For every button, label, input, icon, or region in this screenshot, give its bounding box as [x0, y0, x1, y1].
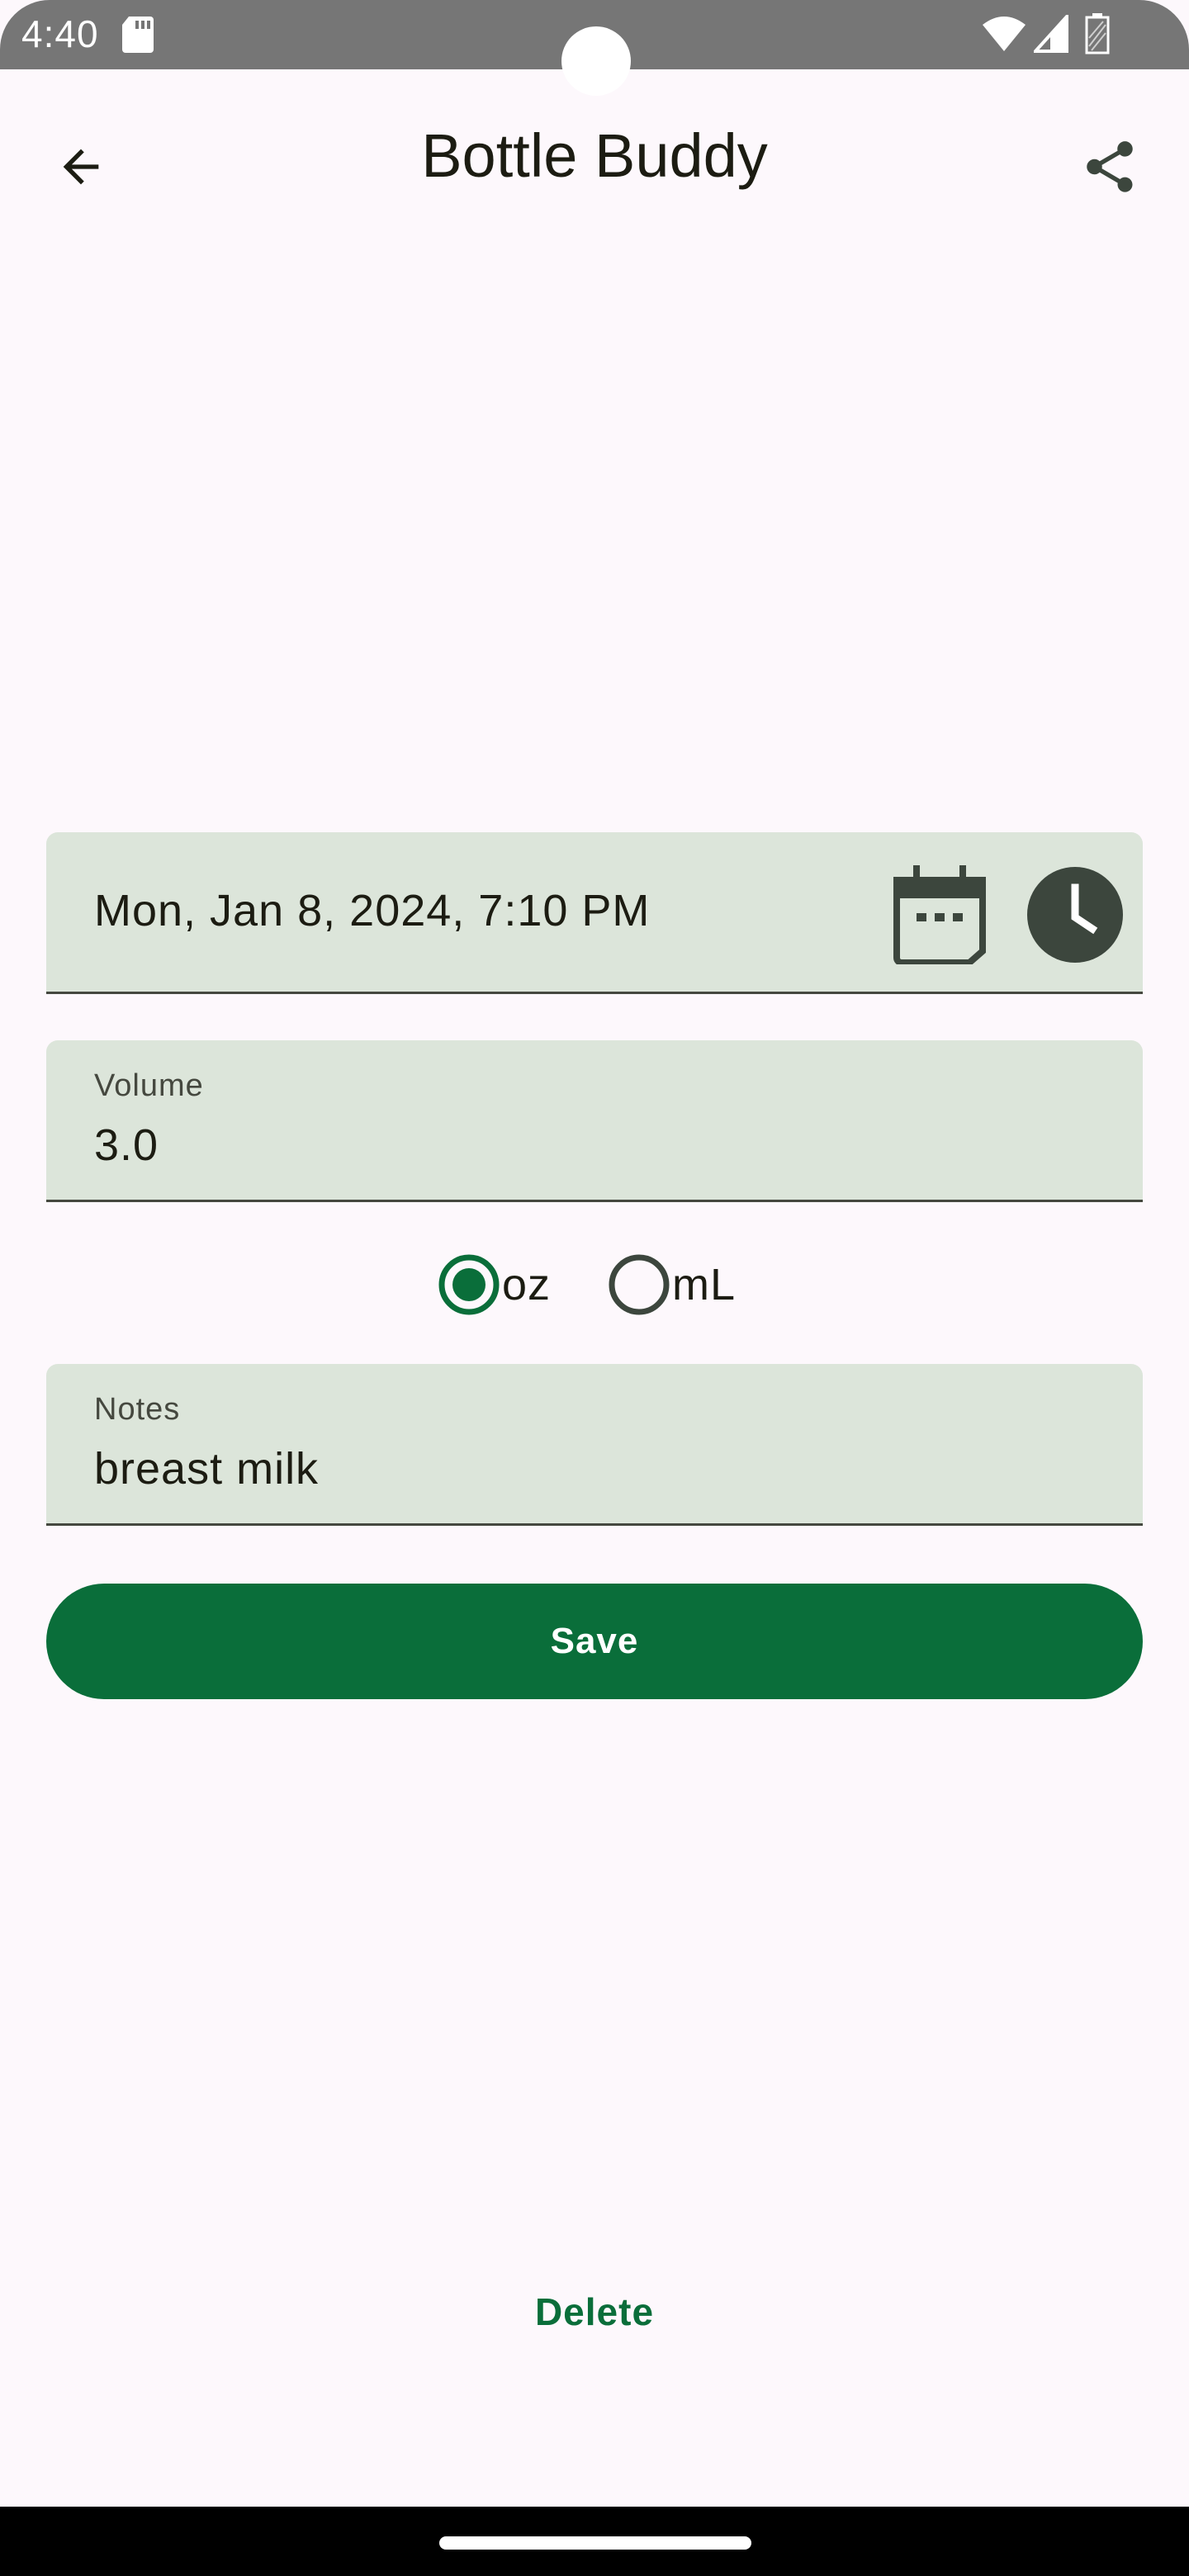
delete-button[interactable]: Delete — [462, 2271, 727, 2353]
date-picker-button[interactable] — [885, 860, 994, 969]
radio-selected-icon[interactable] — [438, 1253, 500, 1316]
time-picker-button[interactable] — [1021, 860, 1130, 969]
notes-input[interactable]: breast milk — [94, 1443, 1085, 1494]
volume-label: Volume — [94, 1068, 204, 1103]
wifi-icon — [983, 17, 1026, 51]
page-title: Bottle Buddy — [421, 121, 768, 190]
screen: 4:40 Bottle Buddy Mon, Jan 8, 2024, 7:10… — [0, 0, 1189, 2576]
radio-label-oz: oz — [502, 1260, 552, 1309]
status-time: 4:40 — [21, 12, 99, 55]
share-button[interactable] — [1067, 124, 1153, 210]
save-button[interactable]: Save — [46, 1584, 1143, 1699]
unit-radio-group: oz mL — [0, 1238, 1189, 1331]
datetime-field[interactable]: Mon, Jan 8, 2024, 7:10 PM — [46, 832, 1143, 994]
home-gesture-handle[interactable] — [439, 2536, 751, 2550]
clock-icon — [1027, 867, 1123, 963]
status-bar: 4:40 — [0, 0, 1189, 96]
signal-icon — [1034, 15, 1068, 53]
battery-icon — [1085, 13, 1110, 54]
radio-unselected-icon[interactable] — [608, 1253, 670, 1316]
datetime-value: Mon, Jan 8, 2024, 7:10 PM — [94, 886, 651, 935]
sd-card-icon — [122, 17, 154, 53]
radio-option-oz[interactable]: oz — [438, 1238, 551, 1331]
radio-option-ml[interactable]: mL — [608, 1238, 736, 1331]
share-icon — [1087, 141, 1133, 192]
volume-field[interactable]: Volume 3.0 — [46, 1040, 1143, 1202]
radio-label-ml: mL — [672, 1260, 737, 1309]
volume-input[interactable]: 3.0 — [94, 1120, 1085, 1171]
calendar-icon — [893, 865, 986, 964]
notes-field[interactable]: Notes breast milk — [46, 1364, 1143, 1526]
navigation-bar — [0, 2507, 1189, 2576]
top-app-bar: Bottle Buddy — [0, 69, 1189, 254]
notes-label: Notes — [94, 1392, 181, 1427]
